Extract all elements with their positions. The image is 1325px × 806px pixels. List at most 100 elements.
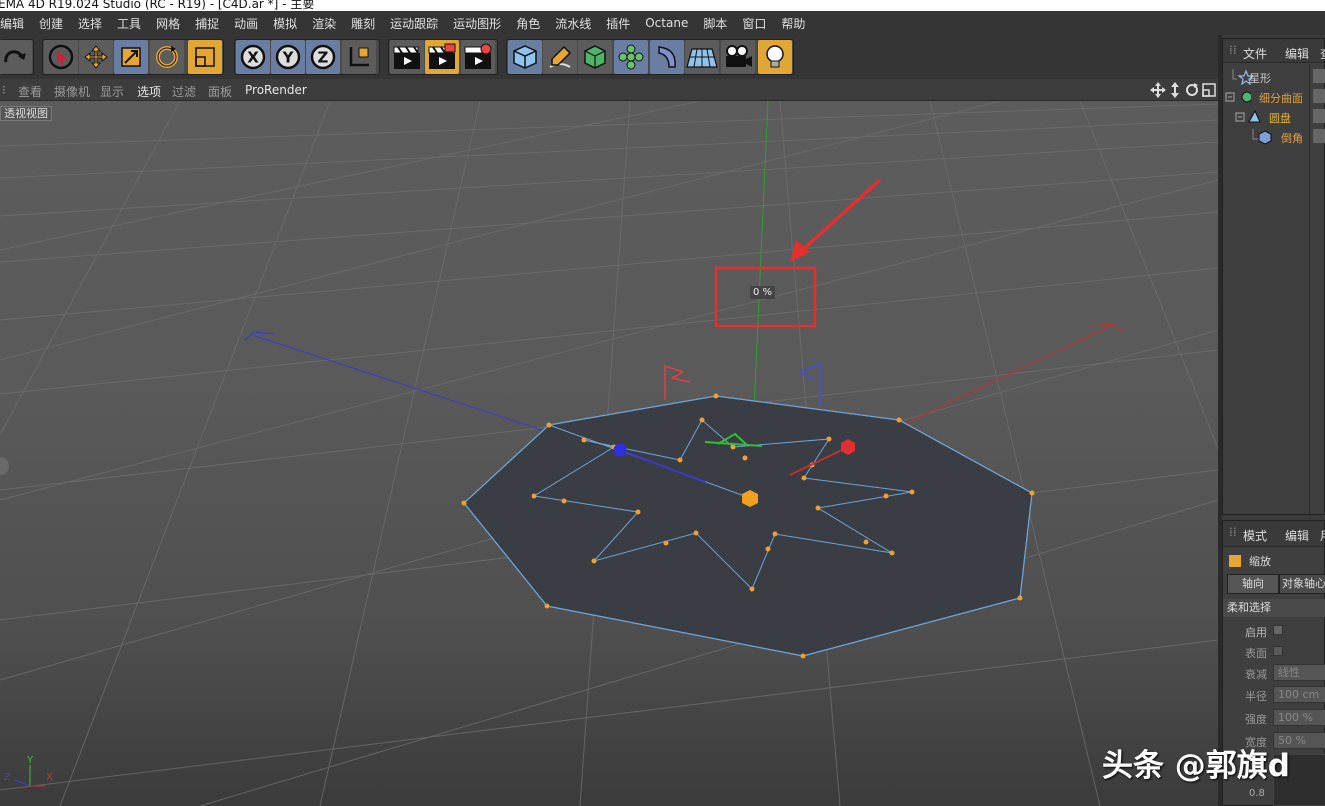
attribute-manager-header: ⁞⁞ 模式 编辑 用	[1223, 521, 1325, 547]
menu-window[interactable]: 窗口	[742, 15, 766, 32]
orbit-icon[interactable]	[1186, 83, 1198, 96]
viewport-menu-panel[interactable]: 面板	[208, 83, 232, 100]
rotate-button[interactable]	[150, 40, 184, 74]
soft-selection-section[interactable]: 柔和选择	[1223, 599, 1325, 617]
menu-snap[interactable]: 捕捉	[195, 15, 219, 32]
menu-simulate[interactable]: 模拟	[273, 15, 297, 32]
disc-mesh[interactable]	[461, 393, 1035, 659]
y-axis-button[interactable]: Y	[271, 40, 305, 74]
object-tag-star[interactable]	[1313, 69, 1325, 83]
deformer-button[interactable]	[650, 40, 684, 74]
tab-object-axis[interactable]: 对象轴心	[1279, 574, 1325, 594]
main-menu-bar: 编辑 创建 选择 工具 网格 捕捉 动画 模拟 渲染 雕刻 运动跟踪 运动图形 …	[0, 11, 1325, 35]
object-row-disc[interactable]: 圆盘	[1223, 107, 1325, 127]
y-axis-letter: Y	[282, 49, 295, 67]
watermark: 头条 @郭旗d	[1102, 748, 1290, 784]
floor-button[interactable]	[685, 40, 719, 74]
perspective-viewport[interactable]: Y Z X 透视视图 0 %	[0, 101, 1218, 806]
surface-checkbox[interactable]	[1273, 646, 1283, 656]
object-row-subdivision[interactable]: 细分曲面	[1223, 87, 1325, 107]
clapper-gear-icon	[464, 43, 492, 69]
camera-button[interactable]	[721, 40, 755, 74]
axis-z-letter: Z	[4, 772, 11, 783]
field-label-radius: 半径	[1245, 690, 1267, 703]
move-icon	[84, 45, 108, 69]
light-button[interactable]	[758, 40, 792, 74]
attribute-tab-edit[interactable]: 编辑	[1285, 527, 1309, 544]
cube-button[interactable]	[508, 40, 542, 74]
object-row-star[interactable]: 星形	[1223, 67, 1325, 87]
x-axis-button[interactable]: X	[236, 40, 270, 74]
redo-button[interactable]	[0, 40, 32, 74]
attribute-tab-user[interactable]: 用	[1320, 527, 1325, 544]
menu-mograph[interactable]: 运动图形	[453, 15, 501, 32]
tab-axis[interactable]: 轴向	[1227, 574, 1279, 594]
move-button[interactable]	[79, 40, 113, 74]
object-tab-view[interactable]: 查	[1320, 45, 1325, 62]
menu-character[interactable]: 角色	[516, 15, 540, 32]
field-label-strength: 强度	[1245, 713, 1267, 726]
menu-motion-tracking[interactable]: 运动跟踪	[390, 15, 438, 32]
object-tab-file[interactable]: 文件	[1243, 45, 1267, 62]
menu-pipeline[interactable]: 流水线	[555, 15, 591, 32]
viewport-menu-prorender[interactable]: ProRender	[245, 83, 307, 97]
axis-y-letter: Y	[26, 755, 34, 766]
enable-checkbox[interactable]	[1273, 625, 1283, 635]
viewport-menu-display[interactable]: 显示	[100, 83, 124, 100]
viewport-menu-view[interactable]: 查看	[18, 83, 42, 100]
subdivision-surface-icon	[1225, 91, 1251, 103]
object-tag-bevel[interactable]	[1313, 129, 1325, 143]
viewport-menu-camera[interactable]: 摄像机	[54, 83, 90, 100]
redo-icon	[4, 50, 26, 63]
object-name-subdivision: 细分曲面	[1259, 92, 1303, 105]
strength-field[interactable]: 100 %	[1273, 709, 1325, 726]
attribute-manager-grip-icon: ⁞⁞	[1229, 525, 1237, 539]
menu-mesh[interactable]: 网格	[156, 15, 180, 32]
coordinate-system-button[interactable]	[342, 40, 376, 74]
scale-button[interactable]	[114, 40, 148, 74]
object-row-bevel[interactable]: 倒角	[1223, 127, 1325, 147]
viewport-menu-filter[interactable]: 过滤	[172, 83, 196, 100]
menu-create[interactable]: 创建	[39, 15, 63, 32]
viewport-menu-options[interactable]: 选项	[137, 83, 161, 100]
menu-animate[interactable]: 动画	[234, 15, 258, 32]
light-bulb-icon	[766, 45, 784, 68]
menu-help[interactable]: 帮助	[781, 15, 805, 32]
attribute-tab-mode[interactable]: 模式	[1243, 527, 1267, 544]
clapper-render-icon	[428, 43, 456, 69]
viewport-side-handle[interactable]	[0, 457, 9, 475]
falloff-graph-value: 0.8	[1249, 788, 1265, 799]
menu-select[interactable]: 选择	[78, 15, 102, 32]
menu-script[interactable]: 脚本	[703, 15, 727, 32]
scale-tool-button[interactable]	[188, 40, 222, 74]
menu-render[interactable]: 渲染	[312, 15, 336, 32]
object-tag-disc[interactable]	[1313, 109, 1325, 123]
subdivision-button[interactable]	[578, 40, 612, 74]
menu-octane[interactable]: Octane	[645, 16, 688, 30]
object-name-star: 星形	[1249, 72, 1271, 85]
x-axis-icon: X	[240, 44, 266, 70]
menu-sculpt[interactable]: 雕刻	[351, 15, 375, 32]
menu-edit[interactable]: 编辑	[0, 15, 24, 32]
live-select-button[interactable]	[44, 40, 78, 74]
render-settings-button[interactable]	[461, 40, 495, 74]
render-view-button[interactable]	[390, 40, 424, 74]
menu-tools[interactable]: 工具	[117, 15, 141, 32]
render-active-view-button[interactable]	[425, 40, 459, 74]
rotate-icon	[156, 46, 178, 68]
cube-icon	[513, 45, 537, 69]
floor-icon	[686, 48, 718, 68]
maximize-icon[interactable]	[1202, 83, 1216, 97]
z-axis-button[interactable]: Z	[306, 40, 340, 74]
field-label-falloff: 衰减	[1245, 668, 1267, 681]
falloff-dropdown[interactable]: 线性	[1273, 664, 1325, 681]
pen-icon	[549, 45, 572, 68]
object-tag-subdivision[interactable]	[1313, 89, 1325, 103]
radius-field[interactable]: 100 cm	[1273, 686, 1325, 703]
pen-spline-button[interactable]	[543, 40, 577, 74]
menu-plugins[interactable]: 插件	[606, 15, 630, 32]
pan-icon[interactable]	[1150, 82, 1166, 98]
dolly-icon[interactable]	[1171, 82, 1179, 98]
object-tab-edit[interactable]: 编辑	[1285, 45, 1309, 62]
cloner-button[interactable]	[614, 40, 648, 74]
